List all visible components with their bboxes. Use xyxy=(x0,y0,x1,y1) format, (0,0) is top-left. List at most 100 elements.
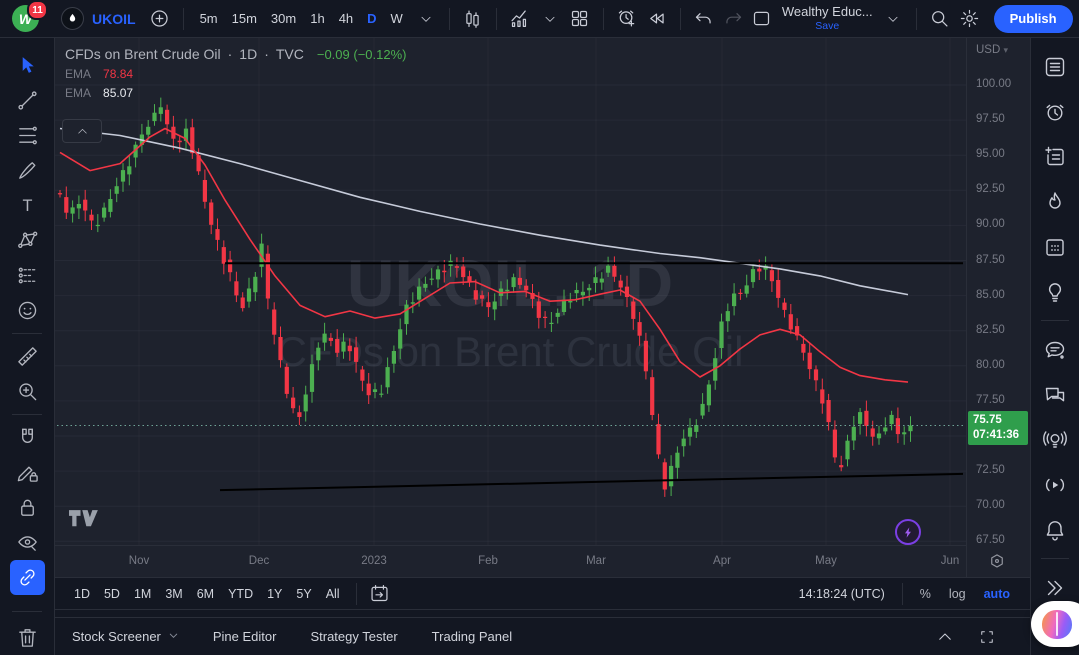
legend-collapse-button[interactable] xyxy=(62,119,102,143)
private-chats-panel-button[interactable] xyxy=(1033,372,1077,417)
save-link[interactable]: Save xyxy=(815,20,839,32)
chart-style-button[interactable] xyxy=(459,5,487,33)
fib-retracement-tool[interactable] xyxy=(10,118,45,153)
price-axis[interactable]: USD ▾ 75.75 07:41:36 100.00 97.50 95.00 92.… xyxy=(966,38,1030,577)
timeframe-15m[interactable]: 15m xyxy=(225,8,264,29)
layout-title-button[interactable]: Wealthy Educ... Save xyxy=(778,4,877,32)
price-tick: 67.50 xyxy=(976,534,1005,546)
time-axis[interactable]: Nov Dec 2023 Feb Mar Apr May Jun xyxy=(55,545,966,577)
undo-button[interactable] xyxy=(690,5,718,33)
forecast-tool[interactable] xyxy=(10,258,45,293)
timeframe-menu-chevron-icon[interactable] xyxy=(412,5,440,33)
brush-tool[interactable] xyxy=(10,153,45,188)
panel-expand-chevron-icon[interactable] xyxy=(931,623,959,651)
range-6m[interactable]: 6M xyxy=(190,584,221,604)
compare-add-button[interactable] xyxy=(146,5,174,33)
range-1m[interactable]: 1M xyxy=(127,584,158,604)
watchlist-panel-button[interactable] xyxy=(1033,44,1077,89)
cursor-tool[interactable] xyxy=(10,48,45,83)
range-3m[interactable]: 3M xyxy=(158,584,189,604)
create-alert-button[interactable] xyxy=(613,5,641,33)
layout-select-button[interactable] xyxy=(748,5,776,33)
price-tick: 85.00 xyxy=(976,289,1005,301)
candlestick-chart[interactable]: UKOIL, 1D CFDs on Brent Crude Oil xyxy=(55,38,966,545)
redo-button[interactable] xyxy=(720,5,748,33)
user-menu-button[interactable]: W 11 xyxy=(12,0,48,32)
symbol-search-button[interactable]: UKOIL xyxy=(53,7,144,30)
remove-all-drawings-button[interactable] xyxy=(10,620,45,655)
tab-trading-panel[interactable]: Trading Panel xyxy=(432,629,512,644)
layout-menu-chevron-icon[interactable] xyxy=(879,5,907,33)
notes-panel-button[interactable] xyxy=(1033,134,1077,179)
notification-count-badge: 11 xyxy=(27,0,48,20)
indicator-row[interactable]: EMA 85.07 xyxy=(65,86,406,100)
timeframe-d[interactable]: D xyxy=(360,8,383,29)
range-5y[interactable]: 5Y xyxy=(289,584,318,604)
ideas-stream-panel-button[interactable] xyxy=(1033,417,1077,462)
tradingview-logo[interactable] xyxy=(69,510,99,534)
symbol-description-row[interactable]: CFDs on Brent Crude Oil · 1D · TVC −0.09… xyxy=(65,46,406,62)
go-to-date-button[interactable] xyxy=(366,580,394,608)
range-all[interactable]: All xyxy=(319,584,347,604)
sync-drawings-button[interactable] xyxy=(9,560,45,595)
tab-stock-screener[interactable]: Stock Screener xyxy=(72,629,179,644)
log-scale-button[interactable]: log xyxy=(941,584,974,604)
axis-settings-gear-icon[interactable] xyxy=(987,552,1007,572)
currency-selector[interactable]: USD ▾ xyxy=(976,44,1008,56)
timeframe-w[interactable]: W xyxy=(384,8,410,29)
indicators-button[interactable] xyxy=(506,5,534,33)
toolbar-divider xyxy=(12,333,42,334)
hide-all-drawings-button[interactable] xyxy=(10,525,45,560)
measure-tool[interactable] xyxy=(10,339,45,374)
timeframe-1h[interactable]: 1h xyxy=(303,8,331,29)
ideas-panel-button[interactable] xyxy=(1033,269,1077,314)
price-tick: 97.50 xyxy=(976,113,1005,125)
top-toolbar: W 11 UKOIL 5m 15m 30m 1h 4h D W Wealthy … xyxy=(0,0,1079,38)
trend-line-tool[interactable] xyxy=(10,83,45,118)
range-5d[interactable]: 5D xyxy=(97,584,127,604)
notifications-panel-button[interactable] xyxy=(1033,507,1077,552)
fullscreen-icon[interactable] xyxy=(973,623,1001,651)
alerts-panel-button[interactable] xyxy=(1033,89,1077,134)
instant-trading-button[interactable] xyxy=(895,519,921,545)
emoji-tool[interactable] xyxy=(10,293,45,328)
bar-replay-button[interactable] xyxy=(643,5,671,33)
clock-timezone[interactable]: 14:18:24 (UTC) xyxy=(791,587,893,601)
price-tick: 90.00 xyxy=(976,218,1005,230)
auto-scale-button[interactable]: auto xyxy=(976,584,1018,604)
chat-panel-button[interactable] xyxy=(1033,327,1077,372)
time-tick: Jun xyxy=(940,555,960,567)
publish-button[interactable]: Publish xyxy=(993,4,1073,33)
percent-scale-button[interactable]: % xyxy=(912,584,939,604)
timeframe-30m[interactable]: 30m xyxy=(264,8,303,29)
layout-grid-button[interactable] xyxy=(566,5,594,33)
range-ytd[interactable]: YTD xyxy=(221,584,260,604)
text-tool[interactable]: T xyxy=(10,188,45,223)
magnet-mode-button[interactable] xyxy=(10,420,45,455)
settings-gear-icon[interactable] xyxy=(956,5,984,33)
drawing-mode-button[interactable] xyxy=(10,455,45,490)
streams-panel-button[interactable] xyxy=(1033,462,1077,507)
tab-pine-editor[interactable]: Pine Editor xyxy=(213,629,277,644)
indicators-menu-chevron-icon[interactable] xyxy=(536,5,564,33)
calendar-panel-button[interactable] xyxy=(1033,224,1077,269)
range-1d[interactable]: 1D xyxy=(67,584,97,604)
last-price-label: 75.75 07:41:36 xyxy=(968,411,1028,445)
timeframe-4h[interactable]: 4h xyxy=(332,8,360,29)
zoom-in-tool[interactable] xyxy=(10,374,45,409)
hotlists-panel-button[interactable] xyxy=(1033,179,1077,224)
tab-strategy-tester[interactable]: Strategy Tester xyxy=(310,629,397,644)
search-icon[interactable] xyxy=(926,5,954,33)
ai-assistant-button[interactable] xyxy=(1031,601,1079,647)
xabcd-pattern-tool[interactable] xyxy=(10,223,45,258)
toolbar-divider xyxy=(915,7,917,30)
chart-pane[interactable]: UKOIL, 1D CFDs on Brent Crude Oil CFDs on… xyxy=(55,38,966,577)
range-1y[interactable]: 1Y xyxy=(260,584,289,604)
time-tick: Dec xyxy=(248,555,270,567)
ai-brain-icon xyxy=(1042,609,1072,639)
time-tick: Feb xyxy=(478,555,498,567)
svg-text:UKOIL, 1D: UKOIL, 1D xyxy=(347,246,673,320)
lock-all-drawings-button[interactable] xyxy=(10,490,45,525)
timeframe-5m[interactable]: 5m xyxy=(193,8,225,29)
indicator-row[interactable]: EMA 78.84 xyxy=(65,67,406,81)
